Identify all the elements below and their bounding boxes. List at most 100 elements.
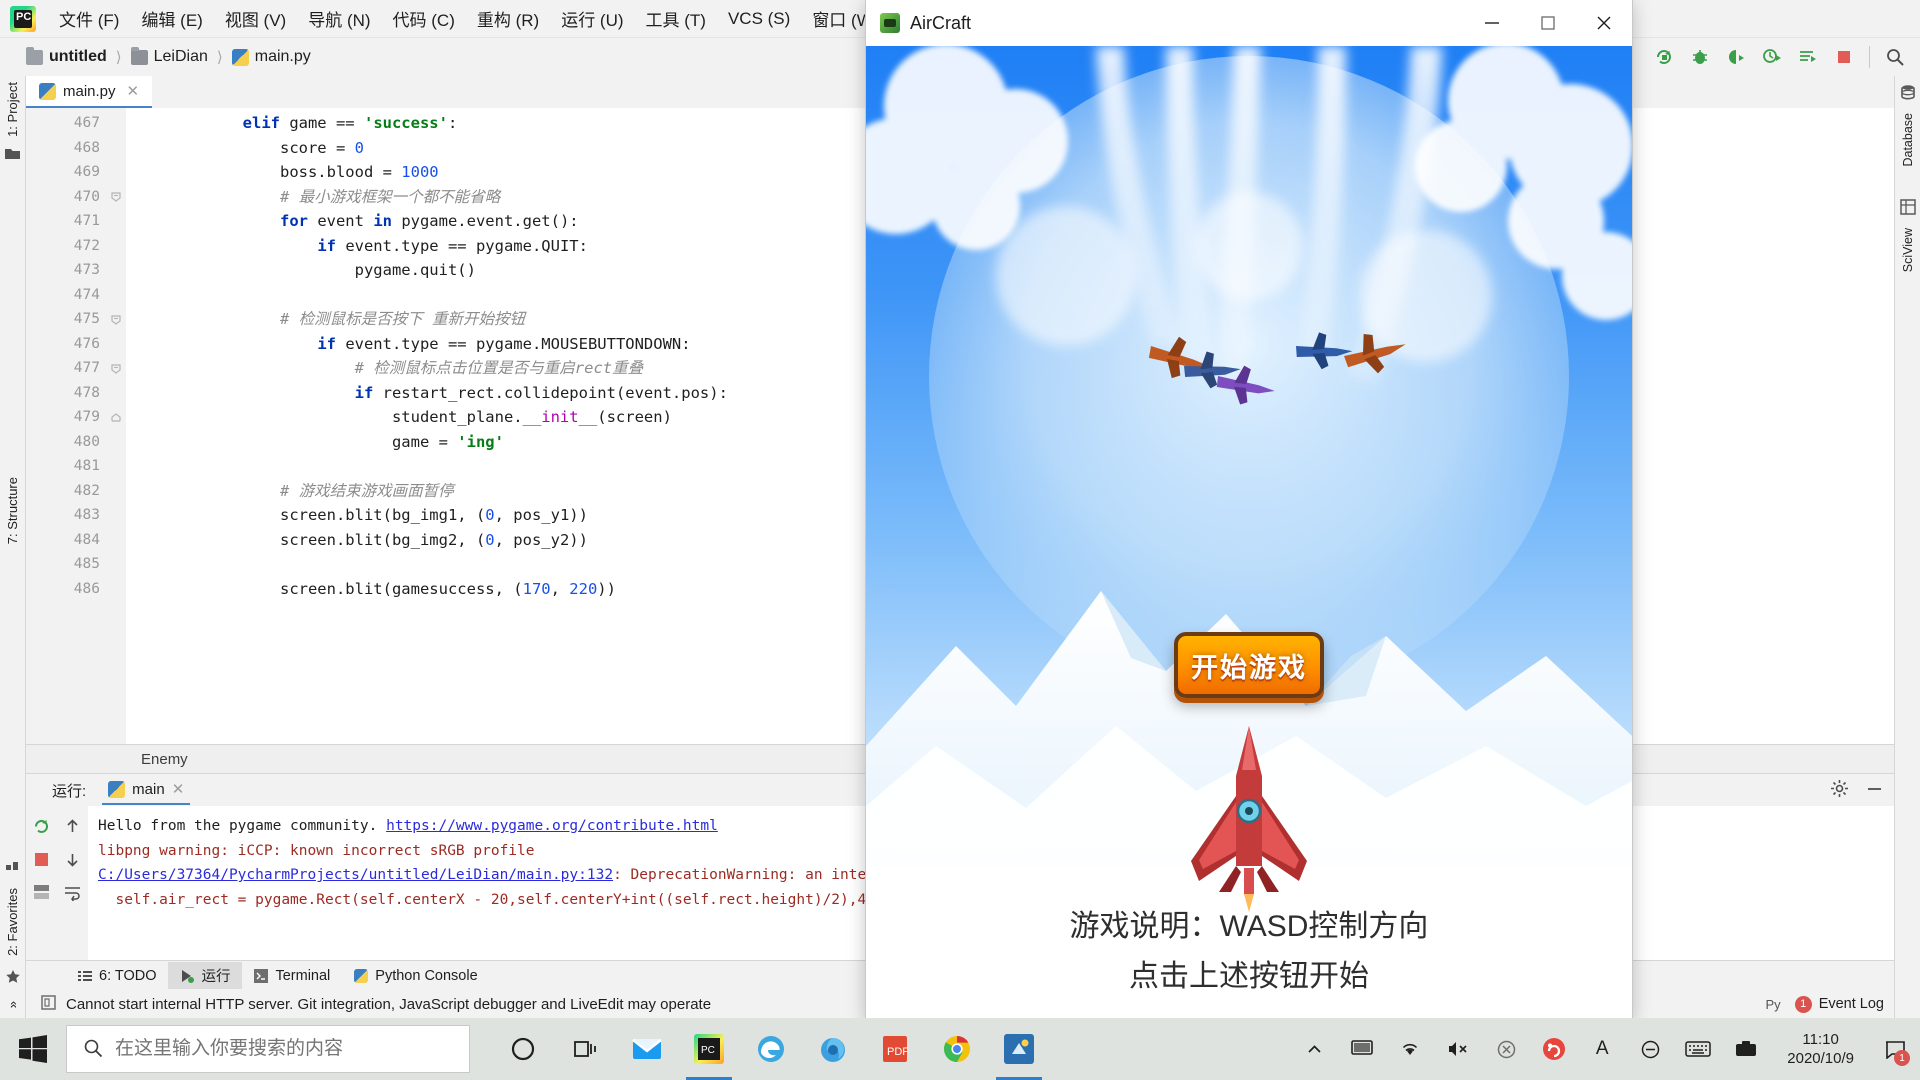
taskbar-clock[interactable]: 11:10 2020/10/9	[1777, 1030, 1864, 1068]
close-icon[interactable]: ✕	[172, 780, 185, 798]
menu-item-run[interactable]: 运行 (U)	[550, 4, 634, 33]
notification-center-icon[interactable]: 1	[1878, 1018, 1912, 1080]
search-icon[interactable]	[1884, 46, 1906, 68]
clock-time: 11:10	[1802, 1031, 1839, 1048]
menu-item-refactor[interactable]: 重构 (R)	[466, 4, 550, 33]
menu-item-navigate[interactable]: 导航 (N)	[297, 4, 381, 33]
chevron-up-icon[interactable]	[1297, 1018, 1331, 1080]
folder-icon[interactable]	[5, 147, 20, 163]
game-title-bar[interactable]: AirCraft	[866, 0, 1632, 46]
start-game-button[interactable]: 开始游戏	[1174, 632, 1324, 698]
event-log-badge: 1	[1794, 995, 1812, 1013]
rerun-icon[interactable]	[32, 816, 52, 836]
code-token: 'success'	[363, 114, 448, 132]
fold-marker-collapse[interactable]	[110, 359, 122, 384]
fold-marker-collapse[interactable]	[110, 187, 122, 212]
gear-icon[interactable]	[1830, 779, 1849, 801]
star-icon[interactable]	[5, 969, 20, 987]
layout-icon[interactable]	[32, 882, 52, 902]
run-tab-main[interactable]: main ✕	[102, 775, 191, 805]
volume-muted-icon[interactable]	[1441, 1018, 1475, 1080]
console-text: self.air_rect = pygame.Rect(self.centerX…	[98, 891, 910, 908]
start-button[interactable]	[0, 1018, 66, 1080]
menu-item-tools[interactable]: 工具 (T)	[635, 4, 717, 33]
firefox-icon[interactable]	[802, 1018, 864, 1080]
folder-icon	[130, 46, 148, 65]
breadcrumb-project[interactable]: untitled	[49, 48, 107, 66]
toolbar-divider	[1869, 46, 1870, 68]
mail-icon[interactable]	[616, 1018, 678, 1080]
database-icon[interactable]	[1900, 84, 1916, 103]
console-link[interactable]: C:/Users/37364/PycharmProjects/untitled/…	[98, 867, 613, 883]
sidebar-item-structure[interactable]: 7: Structure	[5, 477, 20, 544]
console-link[interactable]: https://www.pygame.org/contribute.html	[386, 818, 718, 834]
sogou-icon[interactable]	[1537, 1018, 1571, 1080]
code-token: for	[279, 212, 308, 230]
minimize-panel-icon[interactable]	[1865, 779, 1884, 801]
close-button[interactable]	[1576, 0, 1632, 46]
close-icon[interactable]: ✕	[127, 82, 140, 100]
arrow-up-icon[interactable]	[63, 816, 83, 836]
maximize-button[interactable]	[1520, 0, 1576, 46]
fold-marker-end[interactable]	[110, 408, 122, 433]
bottom-tool-todo[interactable]: 6: TODO	[66, 965, 168, 987]
run-icon[interactable]	[1653, 46, 1675, 68]
ime-toolbox-icon[interactable]	[1729, 1018, 1763, 1080]
ime-circle-icon[interactable]	[1633, 1018, 1667, 1080]
stop-icon[interactable]	[1833, 46, 1855, 68]
code-token: game =	[168, 432, 458, 451]
fold-marker-collapse[interactable]	[110, 310, 122, 335]
edge-icon[interactable]	[740, 1018, 802, 1080]
code-token: pygame.event.get():	[391, 212, 579, 230]
menu-item-edit[interactable]: 编辑 (E)	[130, 4, 213, 33]
line-number: 485	[73, 556, 100, 572]
pycharm-icon[interactable]: PC	[678, 1018, 740, 1080]
close-circle-icon[interactable]	[1489, 1018, 1523, 1080]
minimize-button[interactable]	[1464, 0, 1520, 46]
taskview-icon[interactable]	[554, 1018, 616, 1080]
breadcrumb-file[interactable]: main.py	[255, 48, 311, 66]
soft-wrap-icon[interactable]	[63, 882, 83, 902]
bottom-tool-terminal[interactable]: Terminal	[242, 965, 342, 987]
breadcrumb-folder[interactable]: LeiDian	[154, 48, 208, 66]
bottom-tool-python-console[interactable]: Python Console	[342, 965, 489, 987]
menu-item-file[interactable]: 文件 (F)	[48, 4, 130, 33]
aircraft-game-window[interactable]: AirCraft 开始游戏 游戏说明：WASD控制方向 点击上述按钮开始	[866, 0, 1632, 1022]
play-icon	[182, 969, 195, 983]
sidebar-item-sciview[interactable]: SciView	[1901, 228, 1915, 272]
sidebar-item-favorites[interactable]: 2: Favorites	[5, 888, 20, 956]
sidebar-item-project[interactable]: 1: Project	[5, 82, 20, 137]
stop-icon[interactable]	[32, 849, 52, 869]
game-canvas[interactable]: 开始游戏 游戏说明：WASD控制方向 点击上述按钮开始	[866, 46, 1632, 1022]
network-icon[interactable]	[1393, 1018, 1427, 1080]
fold-marker-collapse[interactable]	[110, 108, 122, 114]
bottom-tool-run[interactable]: 运行	[168, 962, 243, 989]
app-icon[interactable]	[988, 1018, 1050, 1080]
ime-letter-icon[interactable]: A	[1585, 1018, 1619, 1080]
arrow-down-icon[interactable]	[63, 849, 83, 869]
line-number: 467	[26, 111, 126, 136]
menu-item-view[interactable]: 视图 (V)	[214, 4, 297, 33]
tab-main-py[interactable]: main.py ✕	[26, 76, 153, 108]
profile-icon[interactable]	[1761, 46, 1783, 68]
cortana-icon[interactable]	[492, 1018, 554, 1080]
expand-chevrons-icon[interactable]: »	[5, 1001, 20, 1008]
display-icon[interactable]	[1345, 1018, 1379, 1080]
chrome-icon[interactable]	[926, 1018, 988, 1080]
search-input[interactable]	[115, 1038, 415, 1060]
menu-item-code[interactable]: 代码 (C)	[382, 4, 466, 33]
code-token: screen.blit(bg_img2, (	[168, 530, 486, 549]
grid-icon[interactable]	[6, 858, 19, 874]
sciview-icon[interactable]	[1899, 198, 1916, 218]
event-log-button[interactable]: 1 Event Log	[1794, 995, 1884, 1013]
debug-icon[interactable]	[1689, 46, 1711, 68]
menu-item-vcs[interactable]: VCS (S)	[717, 7, 801, 31]
pdf-icon[interactable]: PDF	[864, 1018, 926, 1080]
coverage-icon[interactable]	[1725, 46, 1747, 68]
keyboard-icon[interactable]	[1681, 1018, 1715, 1080]
run-with-icon[interactable]	[1797, 46, 1819, 68]
line-number-gutter: 467 468 469 470 471 472 473 474 475 476 477 478 479 4…	[26, 108, 126, 744]
code-token: 170	[522, 579, 551, 598]
taskbar-search-box[interactable]	[66, 1025, 470, 1073]
sidebar-item-database[interactable]: Database	[1901, 113, 1915, 167]
